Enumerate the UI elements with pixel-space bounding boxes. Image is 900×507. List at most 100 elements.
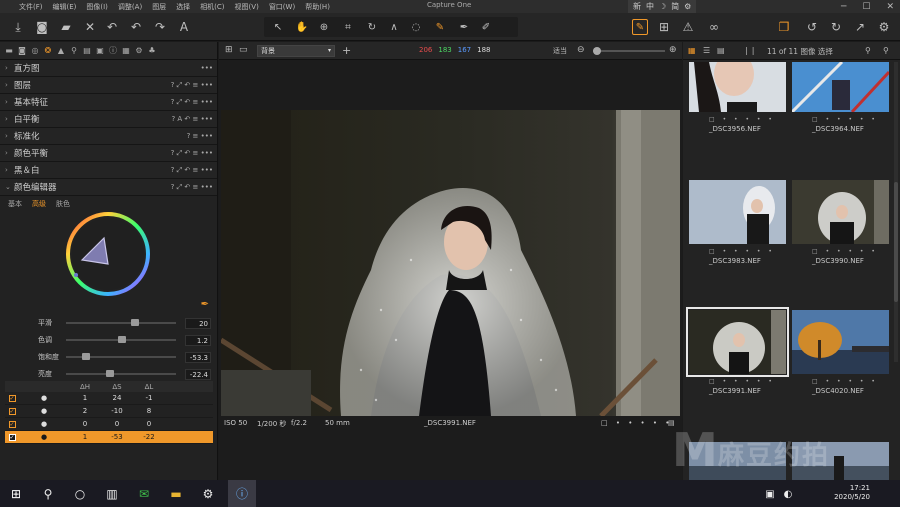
tool-color-balance[interactable]: › 颜色平衡 ? ⤢ ↶ ≡ ••• (0, 145, 217, 162)
exposure-tab-icon[interactable]: ▲ (56, 46, 66, 56)
tool-black-white[interactable]: › 黑＆白 ? ⤢ ↶ ≡ ••• (0, 162, 217, 179)
pointer-icon[interactable]: ↖ (270, 19, 286, 35)
menu-edit[interactable]: 编辑(E) (48, 2, 82, 12)
tool-controls[interactable]: ? ≡ ••• (187, 132, 213, 140)
edit-mode-icon[interactable]: ✎ (632, 19, 648, 35)
menu-layers[interactable]: 图层 (147, 2, 171, 12)
details-tab-icon[interactable]: ⚲ (69, 46, 79, 56)
delete-icon[interactable]: ✕ (82, 19, 98, 35)
system-clock[interactable]: 17:21 2020/5/20 (834, 484, 870, 502)
undo-icon[interactable]: ↶ (128, 19, 144, 35)
file-explorer-icon[interactable]: ▬ (166, 484, 186, 504)
menu-file[interactable]: 文件(F) (14, 2, 48, 12)
zoom-icon[interactable]: ⊕ (316, 19, 332, 35)
tool-color-editor[interactable]: ⌄ 颜色编辑器 ? ⤢ ↶ ≡ ••• (0, 179, 217, 196)
menu-select[interactable]: 选择 (171, 2, 195, 12)
ime-new[interactable]: 新 (633, 1, 641, 12)
grid-view-icon[interactable]: ⊞ (225, 45, 233, 55)
hue-slider[interactable]: 色调 1.2 (0, 333, 218, 347)
thumbnail-image[interactable] (792, 180, 889, 244)
volume-icon[interactable]: ◐ (778, 484, 798, 504)
lens-tab-icon[interactable]: ◎ (30, 46, 40, 56)
pan-icon[interactable]: ✋ (294, 19, 310, 35)
keystone-icon[interactable]: ∧ (386, 19, 402, 35)
grid-view-icon[interactable]: ▦ (688, 46, 696, 55)
zoom-slider-knob[interactable] (593, 47, 601, 55)
table-row[interactable]: ✓ ● 2 -10 8 (5, 405, 213, 418)
maximize-icon[interactable]: ☐ (862, 2, 870, 12)
menu-image[interactable]: 图像(I) (81, 2, 113, 12)
thumbnail-image[interactable] (792, 62, 889, 112)
lightness-slider[interactable]: 亮度 -22.4 (0, 367, 218, 381)
rotate-icon[interactable]: ↻ (364, 19, 380, 35)
style-dropdown[interactable]: 背景 ▾ (257, 45, 335, 57)
tool-controls[interactable]: ? ⤢ ↶ ≡ ••• (171, 183, 213, 192)
tool-controls[interactable]: ? ⤢ ↶ ≡ ••• (171, 98, 213, 107)
table-row-selected[interactable]: ✓ ● 1 -53 -22 (5, 431, 213, 444)
settings-tab-icon[interactable]: ⚙ (134, 46, 144, 56)
warning-icon[interactable]: ⚠ (680, 19, 696, 35)
tool-controls[interactable]: ? ⤢ ↶ ≡ ••• (171, 166, 213, 175)
rating-dots[interactable]: □ • • • • • (812, 378, 882, 385)
rating-dots[interactable]: □ • • • • • (709, 116, 779, 123)
gear-icon[interactable]: ⚙ (684, 2, 691, 11)
wechat-icon[interactable]: ✉ (134, 484, 154, 504)
tool-menu-icon[interactable]: ••• (201, 64, 213, 72)
table-row[interactable]: ✓ ● 1 24 -1 (5, 392, 213, 405)
zoom-in-icon[interactable]: ⊕ (669, 45, 677, 55)
rating-dots[interactable]: □ • • • • • (812, 116, 882, 123)
slider-track[interactable] (66, 319, 176, 326)
ime-toolbar[interactable]: 新 中 ☽ 简 ⚙ (628, 0, 697, 13)
thumbnail-image[interactable] (686, 307, 789, 377)
slider-value-field[interactable]: -53.3 (185, 351, 211, 363)
tool-base-characteristics[interactable]: › 基本特征 ? ⤢ ↶ ≡ ••• (0, 94, 217, 111)
library-tab-icon[interactable]: ▬ (4, 46, 14, 56)
tool-controls[interactable]: ? ⤢ ↶ ≡ ••• (171, 149, 213, 158)
color-tag-icon[interactable]: ▤ (668, 419, 675, 427)
windows-start-icon[interactable]: ⊞ (6, 484, 26, 504)
adjustments-tab-icon[interactable]: ▤ (82, 46, 92, 56)
rotate-right-icon[interactable]: ↻ (828, 19, 844, 35)
rotate-left-icon[interactable]: ↺ (804, 19, 820, 35)
tool-histogram[interactable]: › 直方图 ••• (0, 60, 217, 77)
tool-white-balance[interactable]: › 白平衡 ? A ↶ ≡ ••• (0, 111, 217, 128)
close-icon[interactable]: ✕ (886, 2, 894, 12)
list-view-icon[interactable]: ☰ (703, 46, 710, 55)
checkbox[interactable]: ✓ (8, 433, 16, 441)
crop-icon[interactable]: ⌗ (340, 19, 356, 35)
slider-knob[interactable] (131, 319, 140, 326)
color-wheel[interactable] (0, 212, 218, 312)
add-icon[interactable]: + (342, 44, 351, 57)
search-icon[interactable]: ⚲ (38, 484, 58, 504)
color-picker-icon[interactable]: ✒ (201, 299, 209, 310)
capture-one-taskbar-icon[interactable]: ⓘ (228, 480, 256, 507)
thumbnail-image[interactable] (689, 180, 786, 244)
table-row[interactable]: ✓ ● 0 0 0 (5, 418, 213, 431)
slider-knob[interactable] (106, 370, 114, 377)
batch-tab-icon[interactable]: ♣ (147, 46, 157, 56)
checkbox[interactable]: ✓ (8, 394, 16, 402)
smoothness-slider[interactable]: 平滑 20 (0, 316, 218, 330)
slider-track[interactable] (66, 336, 176, 343)
output-tab-icon[interactable]: ▦ (121, 46, 131, 56)
network-icon[interactable]: ▣ (760, 484, 780, 504)
search-icon[interactable]: ⚲ (883, 46, 889, 55)
capture-tab-icon[interactable]: ◙ (17, 46, 27, 56)
thumbnail-image[interactable] (689, 442, 786, 480)
slider-value-field[interactable]: 1.2 (185, 334, 211, 346)
moon-icon[interactable]: ☽ (659, 2, 666, 11)
rating-dots[interactable]: □ • • • • • (601, 419, 672, 427)
color-tab-icon[interactable]: ❂ (43, 46, 53, 56)
ime-chinese[interactable]: 中 (646, 1, 654, 12)
slider-value-field[interactable]: 20 (185, 317, 211, 329)
browser-scrollbar[interactable] (894, 62, 898, 362)
slider-track[interactable] (66, 370, 176, 377)
menu-adjust[interactable]: 调整(A) (113, 2, 147, 12)
slider-track[interactable] (66, 353, 176, 360)
text-tool-icon[interactable]: A (176, 19, 192, 35)
settings-icon[interactable]: ⚙ (198, 484, 218, 504)
picker-tool-icon[interactable]: ✒ (456, 19, 472, 35)
menu-help[interactable]: 帮助(H) (300, 2, 335, 12)
eraser-icon[interactable]: ✐ (478, 19, 494, 35)
camera-icon[interactable]: ◙ (34, 19, 50, 35)
